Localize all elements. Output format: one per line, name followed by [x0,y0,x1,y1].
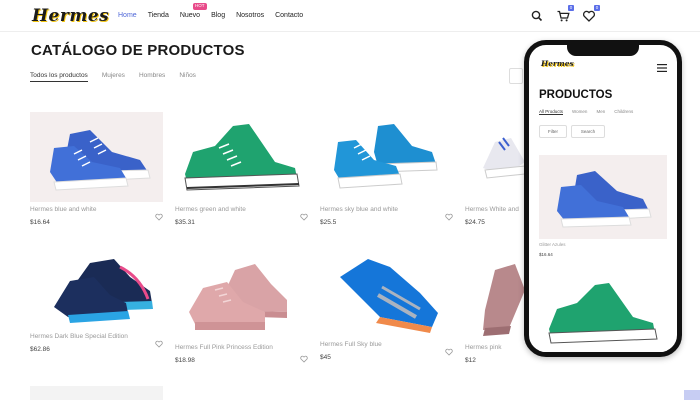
product-card[interactable]: Hermes sky blue and white $25.5 [320,112,453,226]
product-name[interactable]: Hermes green and white [175,206,308,213]
wishlist-count-badge: 0 [594,5,600,11]
site-header: Hermes Home Tienda Nuevo Blog Nosotros C… [0,0,700,32]
product-card[interactable]: Hermes green and white $35.31 [175,112,308,226]
product-image[interactable] [30,247,163,327]
nav-item-nuevo[interactable]: Nuevo [180,12,200,19]
wishlist-heart-icon[interactable] [445,208,453,221]
product-name[interactable]: Hermes blue and white [30,206,163,213]
phone-category-tabs: All Products Women Men Childrens [539,109,642,115]
nav-item-tienda[interactable]: Tienda [148,12,169,19]
phone-product-card[interactable] [539,273,667,352]
filter-kids[interactable]: Niños [179,72,196,82]
product-image[interactable] [320,247,453,337]
filter-men[interactable]: Hombres [139,72,165,82]
wishlist-heart-icon[interactable] [445,343,453,356]
nav-item-nosotros[interactable]: Nosotros [236,12,264,19]
phone-product-image[interactable] [539,273,667,352]
cart-count-badge: 0 [568,5,574,11]
product-card[interactable]: Hermes blue and white $16.64 [30,112,163,226]
product-card[interactable]: Hermes Dark Blue Special Edition $62.86 [30,247,163,353]
filter-women[interactable]: Mujeres [102,72,125,82]
phone-tab-men[interactable]: Men [596,109,605,115]
product-card[interactable]: Hermes Full Pink Princess Edition $18.98 [175,250,308,364]
phone-product-price: $16.64 [539,252,553,257]
filter-all[interactable]: Todos los productos [30,72,88,82]
search-icon[interactable] [530,9,544,23]
product-image[interactable] [175,112,308,202]
product-name[interactable]: Hermes Dark Blue Special Edition [30,333,163,340]
main-nav: Home Tienda Nuevo Blog Nosotros Contacto [118,12,314,19]
product-price: $18.98 [175,357,195,364]
nav-item-blog[interactable]: Blog [211,12,225,19]
phone-menu-icon[interactable] [657,59,667,72]
page-title: CATÁLOGO DE PRODUCTOS [31,42,245,59]
phone-product-name[interactable]: Glitter Azules [539,242,667,247]
phone-filter-button[interactable]: Filter [539,125,567,138]
phone-mockup: Hermes PRODUCTOS All Products Women Men … [524,40,682,357]
heart-icon[interactable]: 0 [582,5,600,23]
phone-notch [567,45,639,56]
product-name[interactable]: Hermes Full Sky blue [320,341,453,348]
phone-product-card[interactable]: Glitter Azules $16.64 [539,155,667,257]
product-price: $35.31 [175,219,195,226]
product-name[interactable]: Hermes Full Pink Princess Edition [175,344,308,351]
filter-toggle-button[interactable] [509,68,523,84]
cart-icon[interactable]: 0 [556,5,574,23]
product-card-partial[interactable] [30,386,163,400]
nav-item-contacto[interactable]: Contacto [275,12,303,19]
hot-badge: HOT [193,3,207,10]
product-price: $25.5 [320,219,337,226]
wishlist-heart-icon[interactable] [300,350,308,363]
wishlist-heart-icon[interactable] [155,335,163,348]
brand-logo[interactable]: Hermes [32,6,109,26]
phone-page-title: PRODUCTOS [539,89,613,101]
product-price: $62.86 [30,346,50,353]
header-icons: 0 0 [530,5,600,23]
product-image[interactable] [175,250,308,340]
phone-tab-childrens[interactable]: Childrens [614,109,633,115]
phone-product-image[interactable] [539,155,667,239]
scroll-top-button[interactable] [684,390,700,400]
phone-brand-logo[interactable]: Hermes [541,59,574,68]
product-card[interactable]: Hermes Full Sky blue $45 [320,247,453,361]
nav-item-home[interactable]: Home [118,12,137,19]
product-name[interactable]: Hermes sky blue and white [320,206,453,213]
category-filters: Todos los productos Mujeres Hombres Niño… [30,72,210,82]
product-image[interactable] [30,112,163,202]
product-image[interactable] [320,112,453,202]
product-price: $45 [320,354,331,361]
page: Hermes Home Tienda Nuevo Blog Nosotros C… [0,0,700,400]
product-price: $16.64 [30,219,50,226]
phone-tab-women[interactable]: Women [572,109,587,115]
wishlist-heart-icon[interactable] [300,208,308,221]
phone-search-button[interactable]: Search [571,125,605,138]
wishlist-heart-icon[interactable] [155,208,163,221]
product-price: $12 [465,357,476,364]
phone-tab-all[interactable]: All Products [539,109,564,115]
